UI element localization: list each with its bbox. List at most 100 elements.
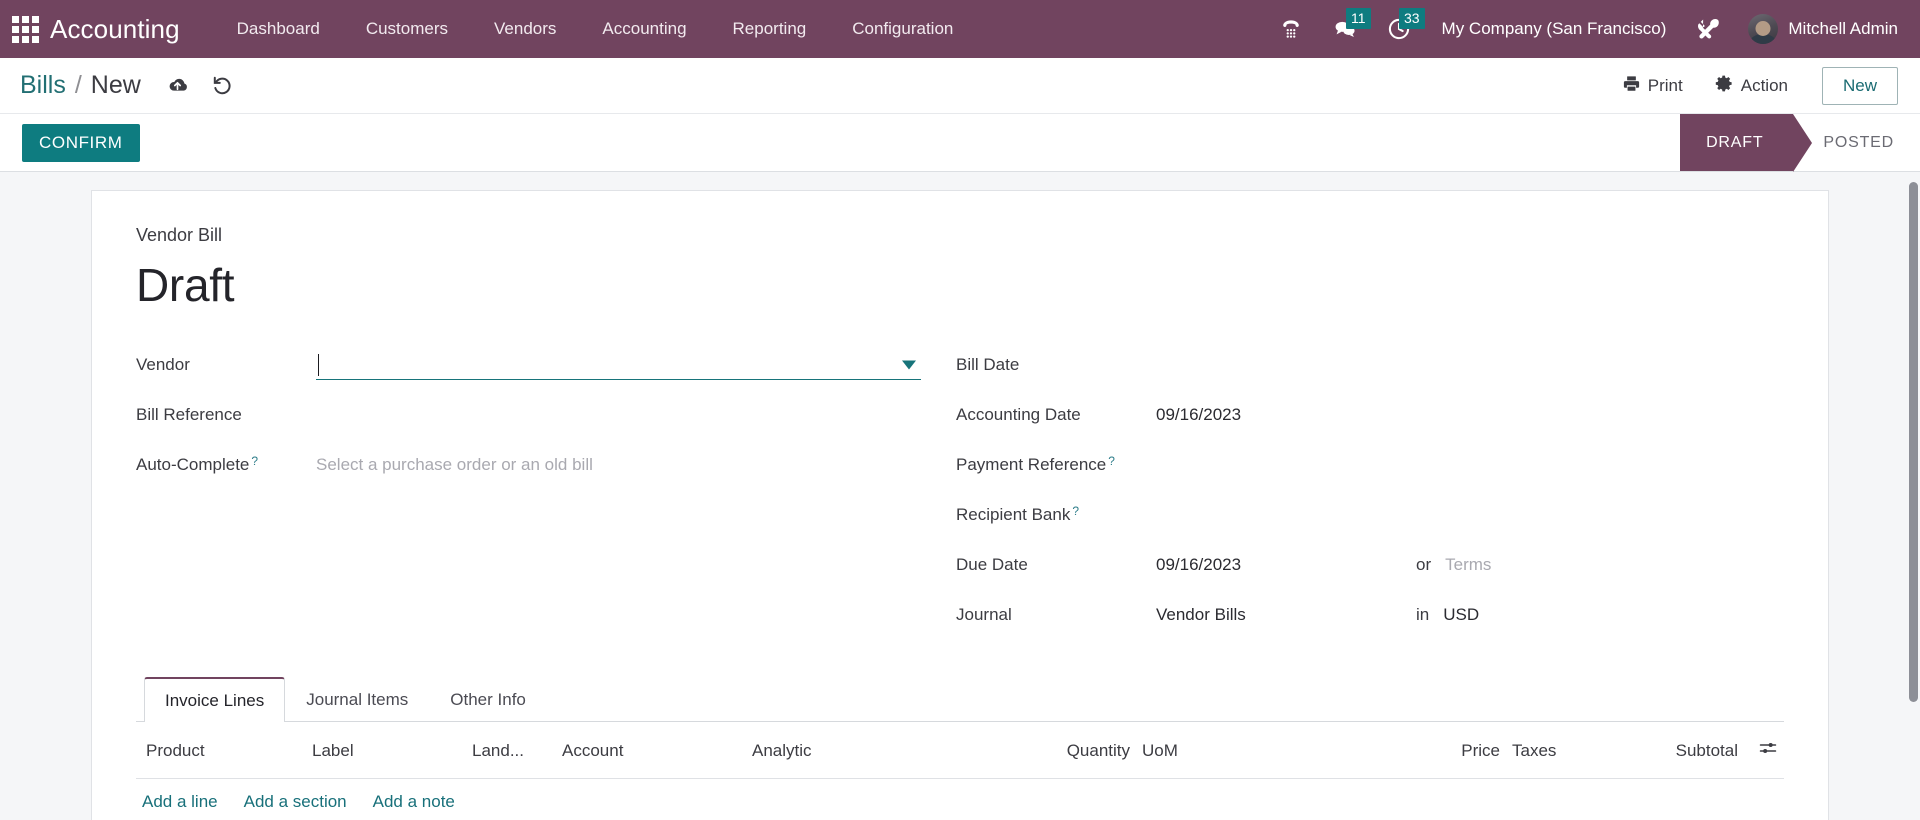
- form-fields-grid: Vendor Bill Reference Auto-Complete ? Se…: [136, 340, 1784, 640]
- confirm-button[interactable]: CONFIRM: [22, 123, 140, 162]
- vendor-input[interactable]: [316, 350, 921, 380]
- tab-journal-items[interactable]: Journal Items: [285, 677, 429, 722]
- tools-wrench-icon[interactable]: [1682, 10, 1736, 48]
- add-a-line-button[interactable]: Add a line: [142, 792, 218, 812]
- help-tooltip-icon[interactable]: ?: [1108, 454, 1115, 468]
- statusbar: CONFIRM DRAFT POSTED: [0, 114, 1920, 172]
- column-header-subtotal[interactable]: Subtotal: [1656, 722, 1744, 779]
- accounting-date-label: Accounting Date: [956, 405, 1081, 424]
- document-type-label: Vendor Bill: [136, 225, 223, 245]
- vertical-scrollbar[interactable]: [1909, 172, 1918, 820]
- column-header-price[interactable]: Price: [1266, 722, 1506, 779]
- notebook: Invoice Lines Journal Items Other Info P…: [136, 676, 1784, 820]
- journal-conjunction: in: [1416, 605, 1430, 624]
- recipient-bank-label: Recipient Bank ?: [956, 504, 1156, 525]
- undo-arrow-icon[interactable]: [210, 73, 235, 98]
- vendor-label: Vendor: [136, 355, 190, 374]
- menu-item-vendors[interactable]: Vendors: [471, 11, 579, 47]
- status-stage-bar: DRAFT POSTED: [1680, 114, 1920, 172]
- field-row-journal: Journal Vendor Bills in USD: [956, 590, 1784, 640]
- help-tooltip-icon[interactable]: ?: [1072, 504, 1079, 518]
- breadcrumb-current-new: New: [90, 71, 141, 99]
- column-header-product[interactable]: Product: [136, 722, 306, 779]
- optional-columns-toggle[interactable]: [1744, 722, 1784, 779]
- new-record-button[interactable]: New: [1821, 66, 1898, 105]
- page-title: Draft: [136, 259, 235, 311]
- text-caret: [318, 353, 319, 376]
- add-line-row: Add a line Add a section Add a note: [136, 778, 1784, 820]
- field-row-accounting-date: Accounting Date 09/16/2023: [956, 390, 1784, 440]
- field-row-auto-complete: Auto-Complete ? Select a purchase order …: [136, 440, 956, 490]
- column-header-account[interactable]: Account: [556, 722, 746, 779]
- notebook-tabs: Invoice Lines Journal Items Other Info: [136, 676, 1784, 722]
- recipient-bank-label-text: Recipient Bank: [956, 505, 1071, 524]
- invoice-lines-header: Product Label Land... Account Analytic Q…: [136, 722, 1784, 779]
- menu-item-reporting[interactable]: Reporting: [710, 11, 830, 47]
- payment-reference-label: Payment Reference ?: [956, 454, 1156, 475]
- due-date-input[interactable]: 09/16/2023: [1156, 555, 1416, 575]
- user-menu[interactable]: Mitchell Admin: [1736, 10, 1906, 48]
- user-name: Mitchell Admin: [1788, 19, 1898, 38]
- invoice-lines-table: Product Label Land... Account Analytic Q…: [136, 722, 1784, 820]
- sliders-settings-icon: [1758, 743, 1778, 762]
- journal-label: Journal: [956, 605, 1012, 624]
- field-row-due-date: Due Date 09/16/2023 or Terms: [956, 540, 1784, 590]
- column-header-analytic[interactable]: Analytic: [746, 722, 1026, 779]
- tab-invoice-lines[interactable]: Invoice Lines: [144, 677, 286, 722]
- add-a-section-button[interactable]: Add a section: [244, 792, 347, 812]
- field-row-bill-date: Bill Date: [956, 340, 1784, 390]
- auto-complete-label-text: Auto-Complete: [136, 455, 250, 474]
- breadcrumb: Bills / New: [20, 71, 141, 100]
- action-button[interactable]: Action: [1699, 67, 1804, 105]
- help-tooltip-icon[interactable]: ?: [251, 454, 258, 468]
- action-label: Action: [1740, 75, 1788, 95]
- column-header-landed-costs[interactable]: Land...: [466, 722, 556, 779]
- add-links-group: Add a line Add a section Add a note: [142, 792, 1778, 812]
- phone-dialpad-icon[interactable]: [1264, 10, 1318, 48]
- due-date-conjunction: or: [1416, 555, 1432, 574]
- menu-item-accounting[interactable]: Accounting: [579, 11, 709, 47]
- gear-icon: [1715, 74, 1734, 98]
- messages-badge: 11: [1346, 8, 1371, 29]
- apps-grid-icon[interactable]: [8, 12, 42, 46]
- tab-other-info[interactable]: Other Info: [429, 677, 547, 722]
- column-header-label[interactable]: Label: [306, 722, 466, 779]
- auto-complete-label: Auto-Complete ?: [136, 454, 316, 475]
- bill-date-label: Bill Date: [956, 355, 1020, 374]
- journal-input[interactable]: Vendor Bills: [1156, 605, 1416, 625]
- menu-item-customers[interactable]: Customers: [343, 11, 471, 47]
- form-left-column: Vendor Bill Reference Auto-Complete ? Se…: [136, 340, 956, 640]
- menu-item-configuration[interactable]: Configuration: [829, 11, 976, 47]
- field-row-payment-reference: Payment Reference ?: [956, 440, 1784, 490]
- accounting-date-input[interactable]: 09/16/2023: [1156, 405, 1416, 425]
- add-a-note-button[interactable]: Add a note: [373, 792, 455, 812]
- status-stage-draft[interactable]: DRAFT: [1680, 114, 1813, 172]
- cloud-upload-icon[interactable]: [165, 73, 190, 98]
- payment-terms-input[interactable]: Terms: [1445, 555, 1491, 575]
- control-panel-actions: Print Action New: [1606, 66, 1898, 105]
- auto-complete-input[interactable]: Select a purchase order or an old bill: [316, 455, 921, 475]
- currency-input[interactable]: USD: [1443, 605, 1479, 625]
- payment-reference-label-text: Payment Reference: [956, 455, 1107, 474]
- app-brand-accounting[interactable]: Accounting: [50, 14, 180, 45]
- activities-counter-button[interactable]: 33: [1372, 8, 1426, 48]
- company-switcher[interactable]: My Company (San Francisco): [1426, 13, 1683, 45]
- top-navbar: Accounting Dashboard Customers Vendors A…: [0, 0, 1920, 58]
- menu-item-dashboard[interactable]: Dashboard: [214, 11, 343, 47]
- print-button[interactable]: Print: [1606, 67, 1699, 105]
- column-header-quantity[interactable]: Quantity: [1026, 722, 1136, 779]
- messages-counter-button[interactable]: 11: [1318, 8, 1372, 48]
- column-header-uom[interactable]: UoM: [1136, 722, 1266, 779]
- add-line-cell: Add a line Add a section Add a note: [136, 778, 1784, 820]
- scrollbar-thumb[interactable]: [1909, 182, 1918, 702]
- form-content-area: Vendor Bill Draft Vendor Bill Reference: [0, 172, 1920, 820]
- breadcrumb-item-bills[interactable]: Bills: [20, 71, 66, 100]
- main-menu: Dashboard Customers Vendors Accounting R…: [214, 11, 977, 47]
- chevron-down-icon[interactable]: [902, 360, 916, 369]
- invoice-lines-body: Add a line Add a section Add a note: [136, 778, 1784, 820]
- due-date-label: Due Date: [956, 555, 1028, 574]
- form-right-column: Bill Date Accounting Date 09/16/2023 Pay…: [956, 340, 1784, 640]
- column-header-taxes[interactable]: Taxes: [1506, 722, 1656, 779]
- table-header-row: Product Label Land... Account Analytic Q…: [136, 722, 1784, 779]
- field-row-vendor: Vendor: [136, 340, 956, 390]
